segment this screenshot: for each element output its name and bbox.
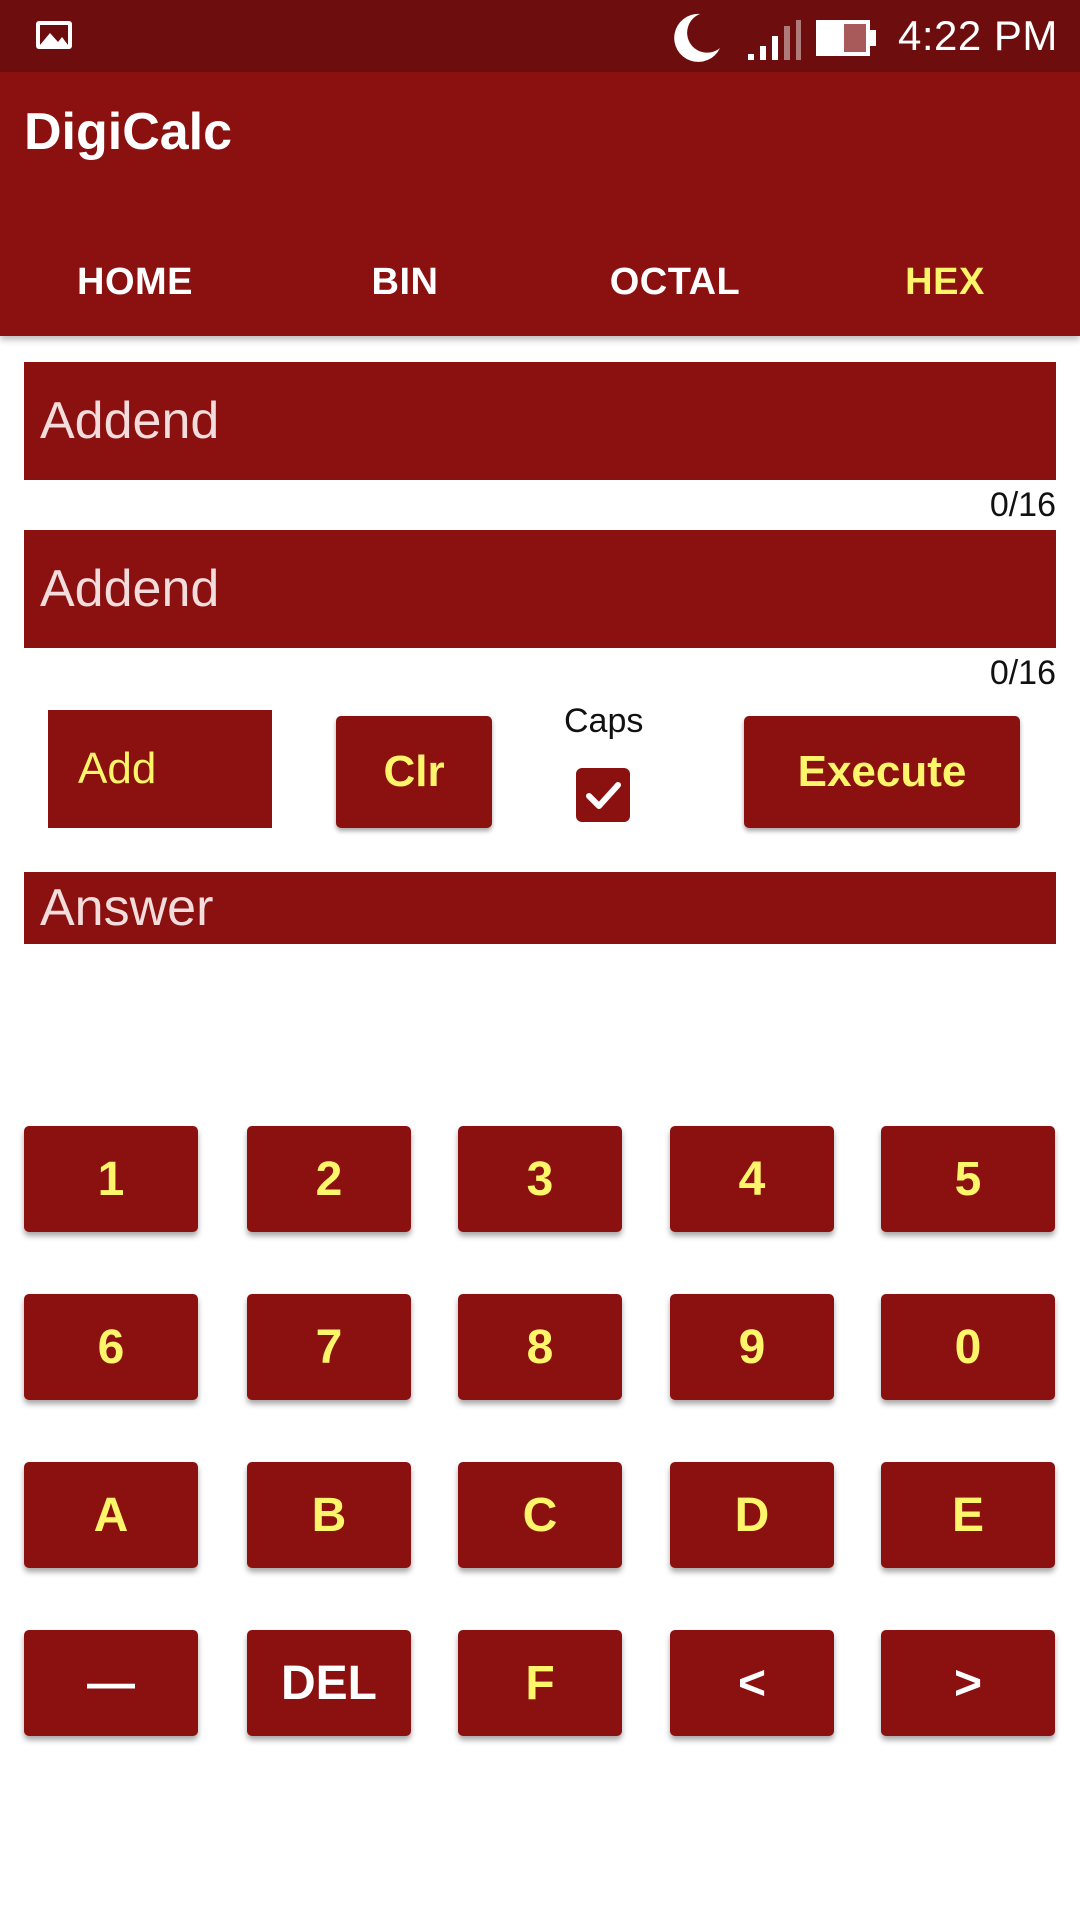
app-bar: DigiCalc HOME BIN OCTAL HEX (0, 72, 1080, 336)
addend-input-1[interactable]: Addend (24, 362, 1056, 480)
execute-button[interactable]: Execute (744, 716, 1020, 828)
key-c[interactable]: C (458, 1462, 622, 1568)
operation-select[interactable]: Add (48, 710, 272, 828)
key-4[interactable]: 4 (670, 1126, 834, 1232)
key-e[interactable]: E (881, 1462, 1055, 1568)
addend-1-counter: 0/16 (989, 486, 1056, 524)
key-del[interactable]: DEL (247, 1630, 411, 1736)
tab-octal[interactable]: OCTAL (540, 232, 810, 332)
key-cursor-left[interactable]: < (670, 1630, 834, 1736)
key-a[interactable]: A (24, 1462, 198, 1568)
tab-bin[interactable]: BIN (270, 232, 540, 332)
key-5[interactable]: 5 (881, 1126, 1055, 1232)
status-bar: 4:22 PM (0, 0, 1080, 72)
addend-2-counter: 0/16 (989, 654, 1056, 692)
signal-icon (748, 20, 801, 60)
key-2[interactable]: 2 (247, 1126, 411, 1232)
key-3[interactable]: 3 (458, 1126, 622, 1232)
key-d[interactable]: D (670, 1462, 834, 1568)
battery-icon (816, 20, 876, 56)
gallery-icon (36, 21, 72, 49)
key-0[interactable]: 0 (881, 1294, 1055, 1400)
tab-hex[interactable]: HEX (810, 232, 1080, 332)
key-9[interactable]: 9 (670, 1294, 834, 1400)
key-8[interactable]: 8 (458, 1294, 622, 1400)
caps-label: Caps (564, 702, 644, 740)
tab-bar: HOME BIN OCTAL HEX (0, 232, 1080, 332)
addend-input-2[interactable]: Addend (24, 530, 1056, 648)
status-time: 4:22 PM (898, 12, 1058, 59)
answer-field: Answer (24, 872, 1056, 944)
key-6[interactable]: 6 (24, 1294, 198, 1400)
clear-button[interactable]: Clr (336, 716, 492, 828)
key-minus[interactable]: — (24, 1630, 198, 1736)
key-f[interactable]: F (458, 1630, 622, 1736)
key-7[interactable]: 7 (247, 1294, 411, 1400)
app-title: DigiCalc (24, 103, 233, 161)
tab-home[interactable]: HOME (0, 232, 270, 332)
key-cursor-right[interactable]: > (881, 1630, 1055, 1736)
key-1[interactable]: 1 (24, 1126, 198, 1232)
moon-icon (674, 13, 720, 62)
key-b[interactable]: B (247, 1462, 411, 1568)
check-icon (586, 782, 621, 809)
caps-checkbox[interactable] (576, 768, 630, 822)
